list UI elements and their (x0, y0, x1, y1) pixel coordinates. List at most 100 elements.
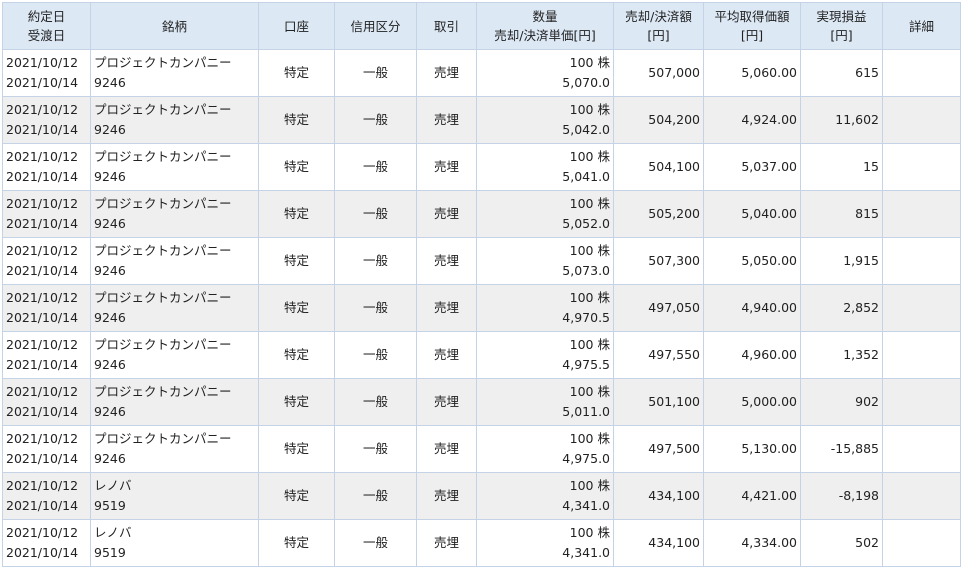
credit-cell: 一般 (334, 378, 417, 426)
issue-cell: プロジェクトカンパニー 9246 (90, 237, 259, 285)
trade-date: 2021/10/12 (6, 149, 79, 164)
header-amount: 売却/決済額 [円] (613, 2, 704, 50)
quantity-cell: 100 株 4,975.0 (476, 425, 614, 473)
account-cell: 特定 (258, 425, 335, 473)
detail-cell[interactable] (882, 284, 961, 332)
detail-cell[interactable] (882, 143, 961, 191)
header-settle-date: 受渡日 (27, 28, 66, 43)
date-cell: 2021/10/12 2021/10/14 (2, 378, 91, 426)
header-trade-date: 約定日 (27, 9, 66, 24)
quantity-cell: 100 株 5,070.0 (476, 49, 614, 97)
date-cell: 2021/10/12 2021/10/14 (2, 519, 91, 567)
credit-cell: 一般 (334, 519, 417, 567)
settle-date: 2021/10/14 (6, 545, 79, 560)
issue-code: 9246 (94, 122, 126, 137)
credit-cell: 一般 (334, 143, 417, 191)
issue-cell: レノバ 9519 (90, 472, 259, 520)
price-value: 4,341.0 (562, 545, 610, 560)
amount-cell: 497,050 (613, 284, 704, 332)
amount-cell: 497,500 (613, 425, 704, 473)
trade-date: 2021/10/12 (6, 478, 79, 493)
issue-cell: プロジェクトカンパニー 9246 (90, 190, 259, 238)
settle-date: 2021/10/14 (6, 310, 79, 325)
credit-cell: 一般 (334, 472, 417, 520)
issue-code: 9246 (94, 216, 126, 231)
credit-cell: 一般 (334, 49, 417, 97)
table-row: 2021/10/12 2021/10/14 プロジェクトカンパニー 9246 特定 一般売… (2, 143, 961, 191)
account-cell: 特定 (258, 378, 335, 426)
pnl-cell: 502 (800, 519, 883, 567)
avg-cell: 5,130.00 (703, 425, 801, 473)
detail-cell[interactable] (882, 96, 961, 144)
settle-date: 2021/10/14 (6, 357, 79, 372)
quantity-cell: 100 株 5,011.0 (476, 378, 614, 426)
detail-cell[interactable] (882, 237, 961, 285)
date-cell: 2021/10/12 2021/10/14 (2, 190, 91, 238)
trade-cell: 売埋 (416, 472, 477, 520)
table-row: 2021/10/12 2021/10/14 プロジェクトカンパニー 9246 特定 一般売… (2, 237, 961, 285)
price-value: 4,970.5 (562, 310, 610, 325)
quantity-value: 100 株 (569, 290, 610, 305)
issue-name: プロジェクトカンパニー (94, 102, 232, 117)
account-cell: 特定 (258, 472, 335, 520)
table-row: 2021/10/12 2021/10/14 プロジェクトカンパニー 9246 特定 一般売… (2, 284, 961, 332)
pnl-cell: 15 (800, 143, 883, 191)
quantity-value: 100 株 (569, 525, 610, 540)
detail-cell[interactable] (882, 190, 961, 238)
credit-cell: 一般 (334, 331, 417, 379)
trade-date: 2021/10/12 (6, 243, 79, 258)
quantity-value: 100 株 (569, 243, 610, 258)
issue-cell: プロジェクトカンパニー 9246 (90, 96, 259, 144)
trade-date: 2021/10/12 (6, 290, 79, 305)
table-row: 2021/10/12 2021/10/14 プロジェクトカンパニー 9246 特定 一般売… (2, 49, 961, 97)
quantity-value: 100 株 (569, 149, 610, 164)
detail-cell[interactable] (882, 472, 961, 520)
issue-cell: レノバ 9519 (90, 519, 259, 567)
avg-cell: 5,040.00 (703, 190, 801, 238)
detail-cell[interactable] (882, 425, 961, 473)
detail-cell[interactable] (882, 519, 961, 567)
settle-date: 2021/10/14 (6, 404, 79, 419)
detail-cell[interactable] (882, 331, 961, 379)
quantity-value: 100 株 (569, 102, 610, 117)
credit-cell: 一般 (334, 425, 417, 473)
header-avg: 平均取得価額 [円] (703, 2, 801, 50)
quantity-cell: 100 株 5,042.0 (476, 96, 614, 144)
detail-cell[interactable] (882, 49, 961, 97)
date-cell: 2021/10/12 2021/10/14 (2, 49, 91, 97)
avg-cell: 4,924.00 (703, 96, 801, 144)
price-value: 5,042.0 (562, 122, 610, 137)
settle-date: 2021/10/14 (6, 122, 79, 137)
issue-name: プロジェクトカンパニー (94, 431, 232, 446)
header-quantity: 数量 売却/決済単価[円] (476, 2, 614, 50)
price-value: 5,052.0 (562, 216, 610, 231)
trade-cell: 売埋 (416, 331, 477, 379)
date-cell: 2021/10/12 2021/10/14 (2, 472, 91, 520)
issue-name: プロジェクトカンパニー (94, 243, 232, 258)
issue-name: プロジェクトカンパニー (94, 55, 232, 70)
account-cell: 特定 (258, 143, 335, 191)
pnl-cell: 11,602 (800, 96, 883, 144)
table-row: 2021/10/12 2021/10/14 プロジェクトカンパニー 9246 特定 一般売… (2, 96, 961, 144)
table-header-row: 約定日 受渡日 銘柄 口座 信用区分 取引 数量 売却/決済単価[円] 売却/決… (2, 2, 961, 50)
table-row: 2021/10/12 2021/10/14 レノバ 9519 特定 一般 売埋 100 株 4,… (2, 472, 961, 520)
detail-cell[interactable] (882, 378, 961, 426)
date-cell: 2021/10/12 2021/10/14 (2, 331, 91, 379)
trade-cell: 売埋 (416, 237, 477, 285)
quantity-value: 100 株 (569, 337, 610, 352)
avg-cell: 4,421.00 (703, 472, 801, 520)
quantity-value: 100 株 (569, 478, 610, 493)
price-value: 4,975.0 (562, 451, 610, 466)
trade-date: 2021/10/12 (6, 55, 79, 70)
trade-cell: 売埋 (416, 284, 477, 332)
trade-date: 2021/10/12 (6, 102, 79, 117)
issue-name: プロジェクトカンパニー (94, 384, 232, 399)
amount-cell: 434,100 (613, 472, 704, 520)
issue-cell: プロジェクトカンパニー 9246 (90, 143, 259, 191)
amount-cell: 504,200 (613, 96, 704, 144)
issue-code: 9246 (94, 169, 126, 184)
amount-cell: 507,000 (613, 49, 704, 97)
issue-code: 9519 (94, 545, 126, 560)
trade-date: 2021/10/12 (6, 337, 79, 352)
issue-code: 9246 (94, 263, 126, 278)
